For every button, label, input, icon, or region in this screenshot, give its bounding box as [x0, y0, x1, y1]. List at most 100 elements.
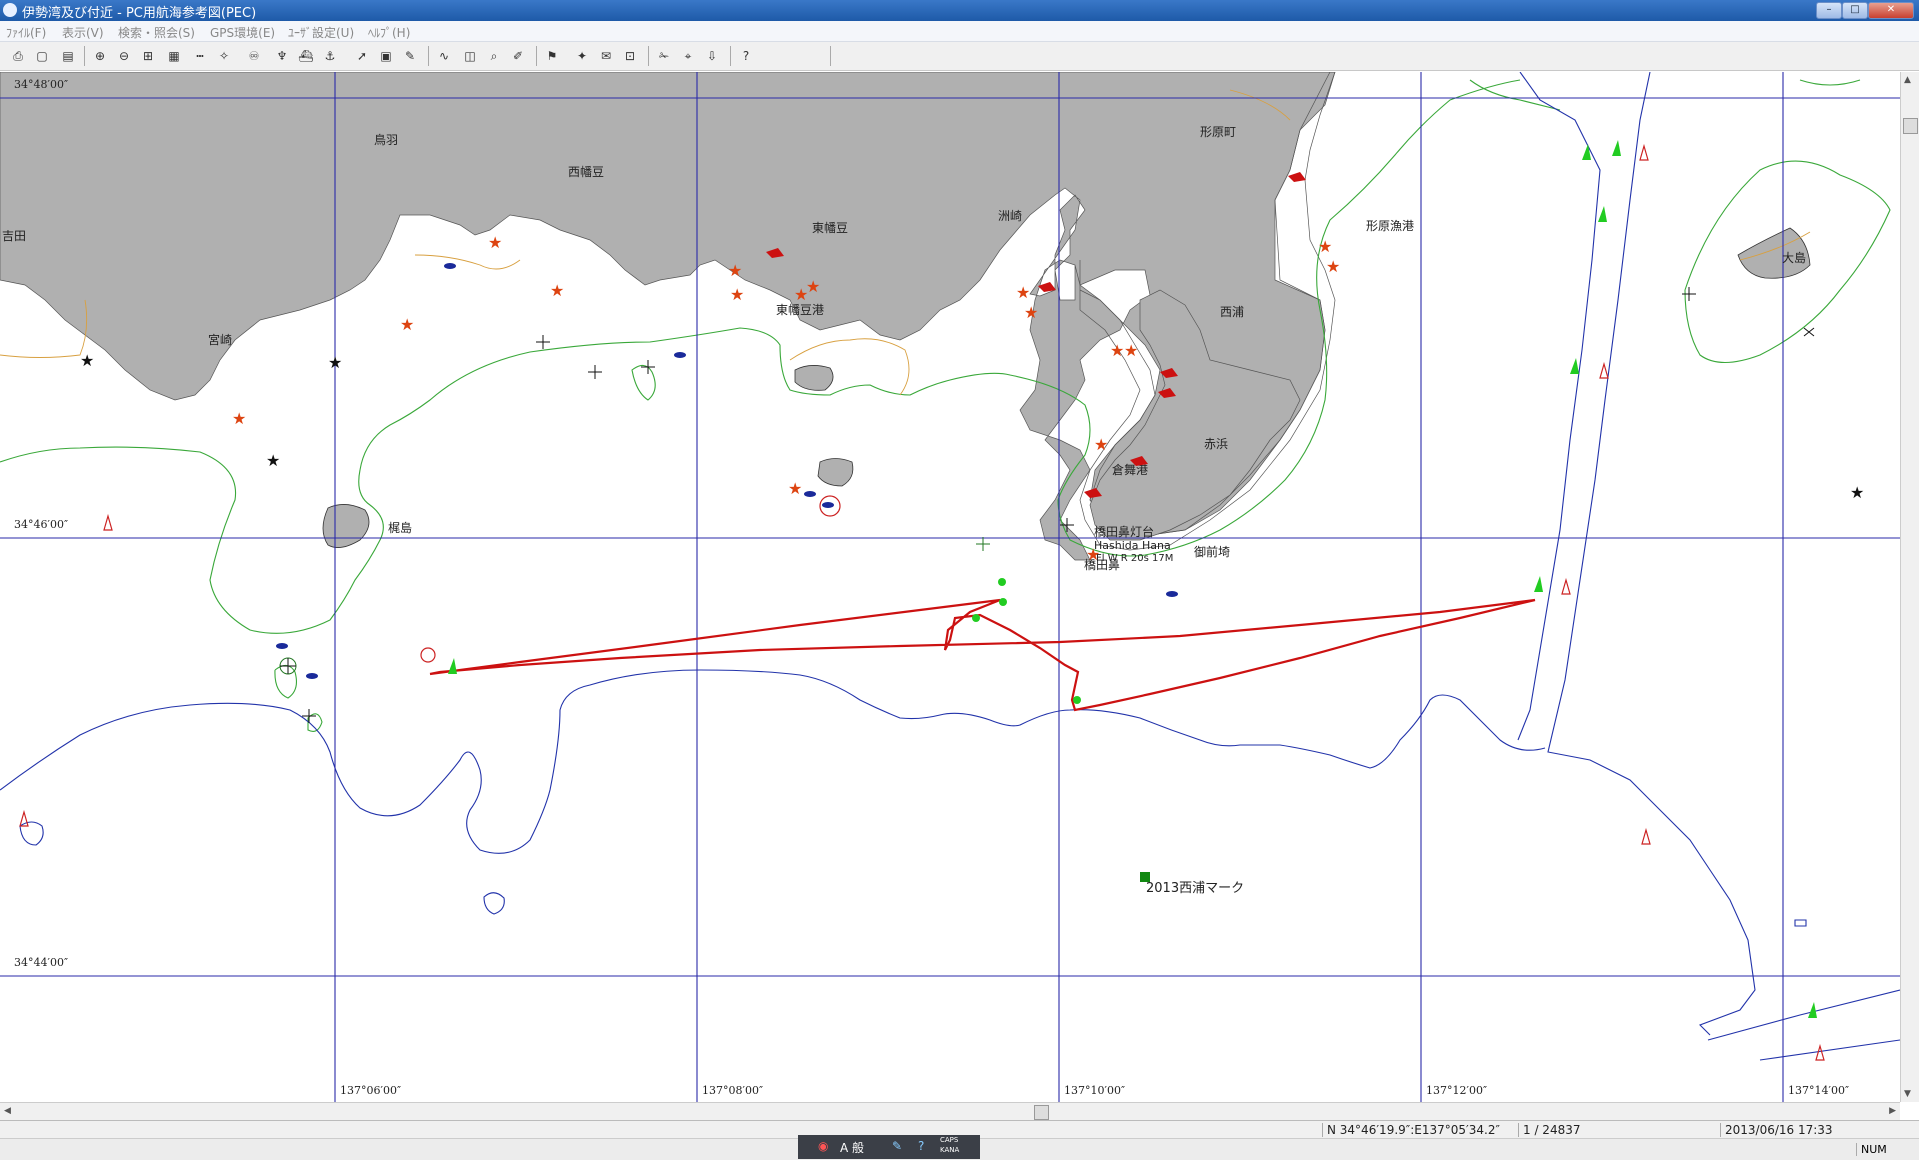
tool-icon[interactable]: ✁ [654, 46, 674, 66]
track-icon[interactable]: ∿ [434, 46, 454, 66]
svg-text:★: ★ [1024, 303, 1038, 322]
ship-icon[interactable]: ⛴ [296, 46, 316, 66]
binoculars-icon[interactable]: ♾ [244, 46, 264, 66]
place-suzaki: 洲崎 [998, 209, 1022, 223]
svg-text:★: ★ [1318, 237, 1332, 256]
print-icon[interactable]: ⎙ [8, 46, 28, 66]
place-yoshida: 吉田 [2, 229, 26, 243]
scroll-right-icon[interactable]: ▶ [1889, 1106, 1896, 1116]
layer-icon[interactable]: ◫ [460, 46, 480, 66]
status-num: NUM [1856, 1143, 1887, 1156]
zoom-out-icon[interactable]: ⊖ [114, 46, 134, 66]
status-scale: 1 / 24837 [1518, 1123, 1580, 1137]
measure-icon[interactable]: ┅ [190, 46, 210, 66]
menu-search[interactable]: 検索・照会(S) [118, 24, 195, 41]
fit-icon[interactable]: ⊞ [138, 46, 158, 66]
label-hashitahana-en: Hashida Hana [1094, 539, 1171, 552]
place-kajishima: 梶島 [388, 520, 412, 535]
table-icon[interactable]: ▣ [376, 46, 396, 66]
edit-icon[interactable]: ✐ [508, 46, 528, 66]
menu-settings[interactable]: ﾕｰｻﾞ設定(U) [288, 24, 354, 41]
window-title: 伊勢湾及び付近 - PC用航海参考図(PEC) [22, 6, 257, 21]
svg-text:★: ★ [1110, 341, 1124, 360]
label-2013-mark: 2013西浦マーク [1146, 881, 1244, 896]
menu-file[interactable]: ﾌｧｲﾙ(F) [6, 24, 46, 41]
anchor-icon[interactable]: ⚓ [320, 46, 340, 66]
lat-label-mid: 34°46′00″ [14, 518, 68, 531]
svg-text:★: ★ [1086, 545, 1100, 564]
lon-label-1: 137°06′00″ [340, 1084, 401, 1097]
svg-text:★: ★ [400, 315, 414, 334]
lat-label-top: 34°48′00″ [14, 78, 68, 91]
place-nishiura: 西浦 [1220, 305, 1244, 319]
place-miyazaki: 宮崎 [208, 332, 232, 347]
island-small1 [794, 365, 834, 391]
chart-map[interactable]: 34°48′00″ 34°46′00″ 34°44′00″ 137°06′00″… [0, 72, 1900, 1102]
ime-kana: KANA [940, 1146, 960, 1154]
status-position: N 34°46′19.9″:E137°05′34.2″ [1322, 1123, 1500, 1137]
target-icon[interactable]: ⌖ [678, 46, 698, 66]
scroll-left-icon[interactable]: ◀ [4, 1106, 11, 1116]
place-akahama: 赤浜 [1204, 437, 1228, 451]
svg-text:★: ★ [806, 277, 820, 296]
search-icon[interactable]: ⌕ [484, 46, 504, 66]
download-icon[interactable]: ⇩ [702, 46, 722, 66]
zoom-in-icon[interactable]: ⊕ [90, 46, 110, 66]
place-katahara: 形原町 [1200, 125, 1236, 139]
menu-help[interactable]: ﾍﾙﾌﾟ(H) [368, 24, 410, 41]
place-toba: 鳥羽 [374, 132, 398, 147]
svg-text:★: ★ [730, 285, 744, 304]
app-icon [3, 3, 17, 17]
compass-icon[interactable]: ✧ [214, 46, 234, 66]
svg-text:★: ★ [1016, 283, 1030, 302]
svg-text:★: ★ [488, 233, 502, 252]
svg-text:★: ★ [232, 409, 246, 428]
maximize-button[interactable]: □ [1842, 2, 1868, 19]
svg-text:★: ★ [1124, 341, 1138, 360]
horizontal-scrollbar[interactable]: ◀ ▶ [0, 1102, 1900, 1121]
marker-icon[interactable]: ✦ [572, 46, 592, 66]
ime-caps: CAPS [940, 1136, 959, 1144]
svg-text:★: ★ [550, 281, 564, 300]
menu-view[interactable]: 表示(V) [62, 24, 104, 41]
vertical-scrollbar[interactable]: ▲ ▼ [1900, 72, 1919, 1102]
svg-text:★: ★ [266, 451, 280, 470]
svg-text:★: ★ [1094, 435, 1108, 454]
place-oshima: 大島 [1782, 250, 1806, 265]
vertical-scroll-thumb[interactable] [1903, 118, 1918, 134]
preview-icon[interactable]: ▢ [32, 46, 52, 66]
lon-label-5: 137°14′00″ [1788, 1084, 1849, 1097]
svg-text:★: ★ [788, 479, 802, 498]
ime-pad-icon[interactable]: ✎ [892, 1139, 902, 1153]
close-button[interactable]: ✕ [1868, 2, 1914, 19]
flag-icon[interactable]: ⚑ [542, 46, 562, 66]
svg-text:★: ★ [80, 351, 94, 370]
zoom-area-icon[interactable]: ⊡ [620, 46, 640, 66]
grid-icon[interactable]: ▦ [164, 46, 184, 66]
pencil-icon[interactable]: ✎ [400, 46, 420, 66]
scroll-down-icon[interactable]: ▼ [1904, 1089, 1911, 1099]
buoy-icon[interactable]: ♆ [272, 46, 292, 66]
svg-text:★: ★ [1326, 257, 1340, 276]
minimize-button[interactable]: – [1816, 2, 1842, 19]
ime-toolbar[interactable]: ◉ A 般 ✎ ? CAPS KANA [798, 1135, 980, 1159]
toolbar: ⎙ ▢ ▤ ⊕ ⊖ ⊞ ▦ ┅ ✧ ♾ ♆ ⛴ ⚓ ➚ ▣ ✎ ∿ ◫ ⌕ ✐ … [0, 42, 1919, 71]
status-datetime: 2013/06/16 17:33 [1720, 1123, 1833, 1137]
route-icon[interactable]: ➚ [352, 46, 372, 66]
place-nishihazu: 西幡豆 [568, 164, 604, 179]
ime-help-icon[interactable]: ? [918, 1139, 924, 1153]
svg-text:★: ★ [328, 353, 342, 372]
place-higashihazu: 東幡豆 [812, 220, 848, 235]
lon-label-3: 137°10′00″ [1064, 1084, 1125, 1097]
note-icon[interactable]: ✉ [596, 46, 616, 66]
ime-mode[interactable]: A 般 [840, 1139, 864, 1156]
scroll-up-icon[interactable]: ▲ [1904, 75, 1911, 85]
open-icon[interactable]: ▤ [58, 46, 78, 66]
help-icon[interactable]: ? [736, 46, 756, 66]
menu-bar: ﾌｧｲﾙ(F) 表示(V) 検索・照会(S) GPS環境(E) ﾕｰｻﾞ設定(U… [0, 21, 1919, 42]
place-katahara-port: 形原漁港 [1366, 219, 1414, 233]
horizontal-scroll-thumb[interactable] [1034, 1105, 1049, 1120]
menu-gps[interactable]: GPS環境(E) [210, 24, 275, 41]
svg-text:★: ★ [1850, 483, 1864, 502]
ime-icon[interactable]: ◉ [818, 1139, 828, 1153]
